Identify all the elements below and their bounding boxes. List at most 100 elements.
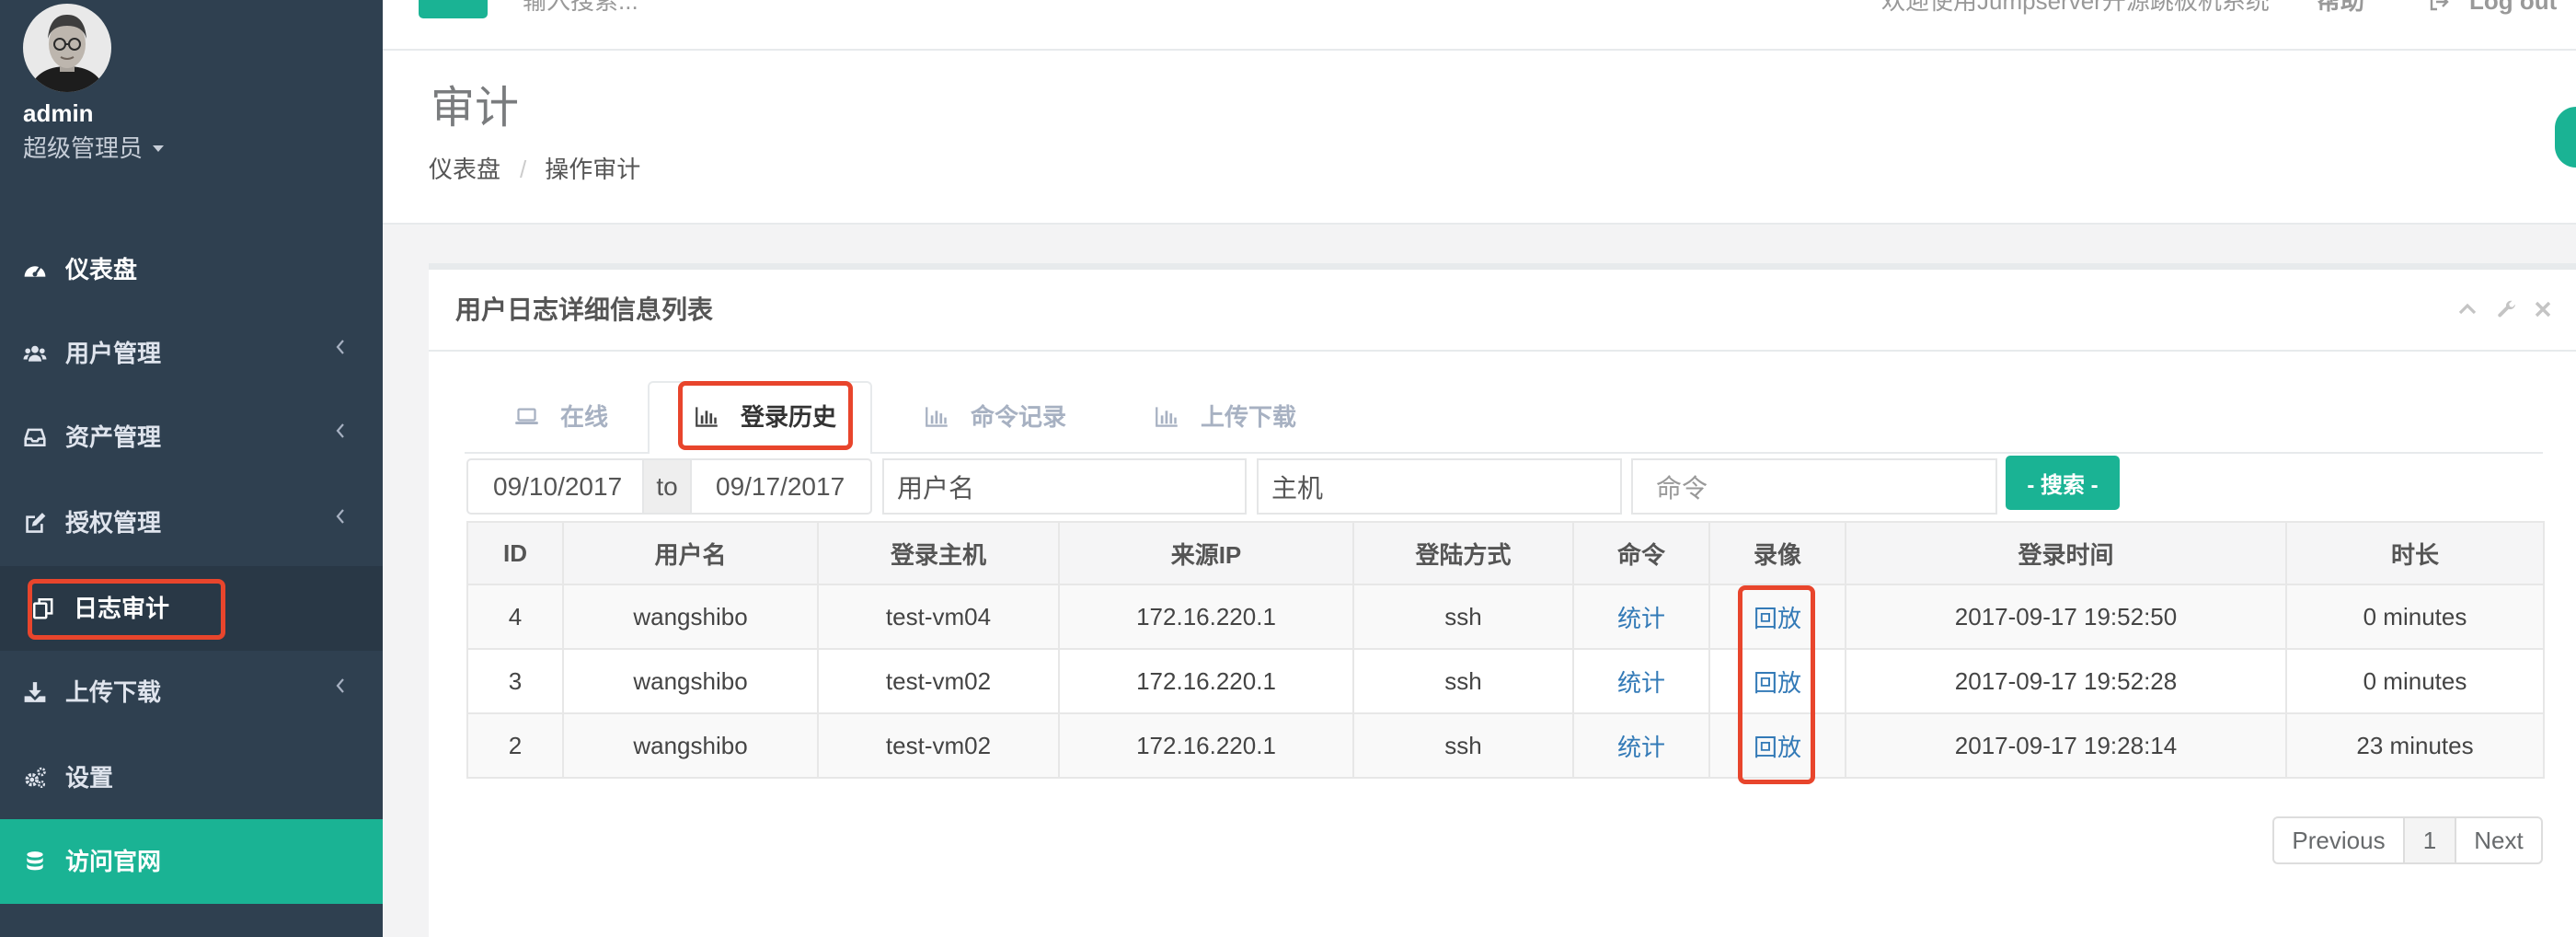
cell-command: 统计 <box>1572 584 1710 650</box>
cell-id: 3 <box>466 648 564 714</box>
sidebar-item-label: 日志审计 <box>74 595 170 622</box>
replay-link[interactable]: 回放 <box>1754 669 1801 697</box>
column-header-command[interactable]: 命令 <box>1572 521 1710 585</box>
database-icon <box>23 850 47 873</box>
cogs-icon <box>23 766 47 790</box>
files-icon <box>31 596 55 620</box>
date-from-input[interactable]: 09/10/2017 <box>466 458 644 515</box>
breadcrumb-current: 操作审计 <box>545 156 641 183</box>
host-filter-value: 主机 <box>1271 473 1324 503</box>
command-filter-input[interactable]: 命令 <box>1631 458 1997 515</box>
sidebar-item-transfer[interactable]: 上传下载 <box>0 650 383 735</box>
sidebar-item-audit[interactable]: 日志审计 <box>0 566 383 651</box>
user-role: 超级管理员 <box>23 134 144 162</box>
cell-duration: 0 minutes <box>2285 648 2545 714</box>
chevron-left-icon <box>336 509 344 524</box>
command-stats-link[interactable]: 统计 <box>1617 605 1665 632</box>
sidebar-item-label: 资产管理 <box>65 423 162 451</box>
close-icon[interactable] <box>2532 298 2554 320</box>
top-search-input[interactable]: 输入搜索... <box>523 0 638 15</box>
sidebar-item-permissions[interactable]: 授权管理 <box>0 480 383 565</box>
welcome-text: 欢迎使用Jumpserver开源跳板机系统 <box>1881 0 2270 15</box>
command-stats-link[interactable]: 统计 <box>1617 669 1665 697</box>
date-to-input[interactable]: 09/17/2017 <box>690 458 872 515</box>
cell-method: ssh <box>1352 648 1574 714</box>
profile-dropdown[interactable]: 超级管理员 <box>23 133 165 163</box>
breadcrumb-home[interactable]: 仪表盘 <box>429 156 500 183</box>
cell-user: wangshibo <box>562 648 819 714</box>
column-header-replay[interactable]: 录像 <box>1708 521 1846 585</box>
tab-label: 在线 <box>560 402 609 431</box>
user-filter-input[interactable]: 用户名 <box>882 458 1247 515</box>
wrench-icon[interactable] <box>2496 298 2518 320</box>
sidebar-item-settings[interactable]: 设置 <box>0 735 383 820</box>
sidebar-item-label: 授权管理 <box>65 509 162 537</box>
tab-online[interactable]: 在线 <box>514 381 608 452</box>
sidebar-item-official-site[interactable]: 访问官网 <box>0 819 383 904</box>
sidebar-item-label: 设置 <box>65 764 114 792</box>
theme-config-toggle[interactable] <box>2555 107 2576 168</box>
sidebar-item-users[interactable]: 用户管理 <box>0 311 383 396</box>
cell-ip: 172.16.220.1 <box>1058 648 1354 714</box>
cell-ip: 172.16.220.1 <box>1058 712 1354 779</box>
column-header-method[interactable]: 登陆方式 <box>1352 521 1574 585</box>
help-link[interactable]: 帮助 <box>2317 0 2364 15</box>
cell-host: test-vm02 <box>817 648 1060 714</box>
sidebar-item-label: 上传下载 <box>65 678 162 706</box>
tab-label: 上传下载 <box>1201 402 1297 431</box>
avatar[interactable] <box>23 4 111 92</box>
sidebar-item-assets[interactable]: 资产管理 <box>0 395 383 480</box>
bar-chart-icon <box>695 404 719 429</box>
sidebar-item-dashboard[interactable]: 仪表盘 <box>0 227 383 312</box>
bar-chart-icon <box>925 404 949 429</box>
download-icon <box>23 680 47 704</box>
pagination-next[interactable]: Next <box>2455 816 2543 864</box>
user-name: admin <box>23 99 94 127</box>
pagination-previous[interactable]: Previous <box>2272 816 2405 864</box>
cell-time: 2017-09-17 19:52:50 <box>1845 584 2287 650</box>
tab-login-history[interactable]: 登录历史 <box>695 381 836 452</box>
host-filter-input[interactable]: 主机 <box>1257 458 1622 515</box>
cell-id: 4 <box>466 584 564 650</box>
column-header-user[interactable]: 用户名 <box>562 521 819 585</box>
user-filter-value: 用户名 <box>897 473 975 503</box>
chevron-up-icon[interactable] <box>2456 298 2478 320</box>
cell-replay: 回放 <box>1708 712 1846 779</box>
sidebar-item-label: 用户管理 <box>65 340 162 367</box>
replay-link[interactable]: 回放 <box>1754 734 1801 761</box>
pagination-page-1[interactable]: 1 <box>2403 816 2456 864</box>
column-header-duration[interactable]: 时长 <box>2285 521 2545 585</box>
page-title: 审计 <box>431 84 520 133</box>
bar-chart-icon <box>1155 404 1179 429</box>
search-button[interactable]: - 搜索 - <box>2006 456 2120 510</box>
table-row: 2 wangshibo test-vm02 172.16.220.1 ssh 统… <box>466 712 2545 779</box>
chevron-left-icon <box>336 340 344 354</box>
cell-time: 2017-09-17 19:28:14 <box>1845 712 2287 779</box>
replay-link[interactable]: 回放 <box>1754 605 1801 632</box>
cell-host: test-vm02 <box>817 712 1060 779</box>
cell-duration: 23 minutes <box>2285 712 2545 779</box>
cell-method: ssh <box>1352 584 1574 650</box>
cell-method: ssh <box>1352 712 1574 779</box>
table-row: 3 wangshibo test-vm02 172.16.220.1 ssh 统… <box>466 648 2545 714</box>
column-header-id[interactable]: ID <box>466 521 564 585</box>
column-header-ip[interactable]: 来源IP <box>1058 521 1354 585</box>
login-history-table: ID 用户名 登录主机 来源IP 登陆方式 命令 录像 登录时间 时长 4 wa… <box>466 521 2545 779</box>
table-header-row: ID 用户名 登录主机 来源IP 登陆方式 命令 录像 登录时间 时长 <box>466 521 2545 585</box>
column-header-time[interactable]: 登录时间 <box>1845 521 2287 585</box>
chevron-left-icon <box>336 678 344 693</box>
command-stats-link[interactable]: 统计 <box>1617 734 1665 761</box>
tab-command-records[interactable]: 命令记录 <box>925 381 1066 452</box>
breadcrumb: 仪表盘 / 操作审计 <box>429 156 640 183</box>
laptop-icon <box>514 404 539 429</box>
logout-link[interactable]: Log out <box>2469 0 2557 15</box>
edit-icon <box>23 511 47 535</box>
menu-toggle-button[interactable] <box>419 0 488 18</box>
column-header-host[interactable]: 登录主机 <box>817 521 1060 585</box>
chevron-left-icon <box>336 423 344 438</box>
cell-id: 2 <box>466 712 564 779</box>
cell-host: test-vm04 <box>817 584 1060 650</box>
sidebar-item-label: 仪表盘 <box>65 256 138 283</box>
cell-replay: 回放 <box>1708 584 1846 650</box>
tab-upload-download[interactable]: 上传下载 <box>1155 381 1296 452</box>
